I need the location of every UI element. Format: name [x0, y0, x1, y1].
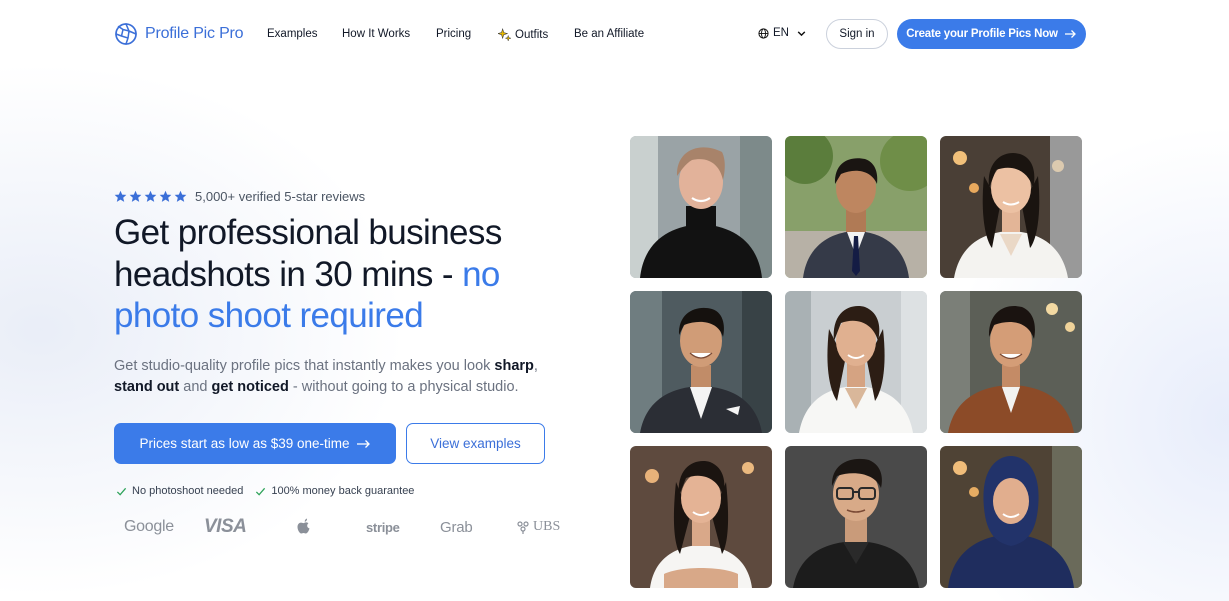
ubs-logo: UBS	[516, 512, 560, 542]
logo[interactable]: Profile Pic Pro	[114, 21, 244, 47]
portrait-man-glasses-icon	[785, 446, 927, 588]
headshot-photo[interactable]	[785, 446, 927, 588]
star-icon	[144, 190, 157, 202]
stripe-logo: stripe	[366, 519, 400, 535]
portrait-woman-white-blazer-icon	[785, 291, 927, 433]
portrait-man-navy-suit-icon	[785, 136, 927, 278]
headshot-photo[interactable]	[785, 291, 927, 433]
create-profile-pics-button[interactable]: Create your Profile Pics Now	[897, 19, 1086, 49]
nav-link-examples[interactable]: Examples	[267, 28, 318, 40]
subcopy-text: ,	[533, 358, 538, 374]
arrow-right-icon	[356, 439, 370, 448]
headshot-photo[interactable]	[940, 446, 1082, 588]
star-icon	[174, 190, 187, 202]
nav-link-outfits[interactable]: Outfits	[498, 28, 548, 41]
nav-link-outfits-label: Outfits	[515, 28, 549, 41]
portrait-man-leather-jacket-icon	[940, 291, 1082, 433]
headshot-photo[interactable]	[940, 291, 1082, 433]
sparkle-icon	[498, 28, 511, 41]
benefit-item: No photoshoot needed	[116, 485, 243, 497]
apple-logo-icon	[296, 512, 312, 542]
ubs-keys-icon	[517, 521, 529, 534]
create-profile-pics-label: Create your Profile Pics Now	[906, 28, 1058, 40]
landing-page: Profile Pic Pro Examples How It Works Pr…	[0, 0, 1229, 601]
portrait-woman-hijab-icon	[940, 446, 1082, 588]
subcopy-text: - without going to a physical studio.	[288, 379, 519, 395]
nav-link-how-it-works[interactable]: How It Works	[342, 28, 410, 40]
aperture-logo-icon	[115, 23, 137, 45]
headline-main: Get professional business headshots in 3…	[114, 213, 502, 294]
subcopy-emphasis: stand out	[114, 379, 180, 395]
logo-text: Profile Pic Pro	[145, 25, 244, 42]
benefit-text: No photoshoot needed	[132, 485, 244, 497]
portrait-woman-white-blazer-icon	[940, 136, 1082, 278]
star-icon	[159, 190, 172, 202]
sign-in-button[interactable]: Sign in	[826, 19, 888, 49]
pricing-button-label: Prices start as low as $39 one-time	[139, 436, 350, 451]
arrow-right-icon	[1064, 30, 1076, 38]
portrait-woman-white-top-icon	[630, 446, 772, 588]
subcopy-emphasis: get noticed	[211, 379, 289, 395]
subcopy-text: Get studio-quality profile pics that ins…	[114, 358, 495, 374]
visa-logo: VISA	[204, 516, 247, 537]
pricing-button[interactable]: Prices start as low as $39 one-time	[114, 423, 396, 464]
reviews-text: 5,000+ verified 5-star reviews	[195, 189, 366, 204]
hero-headline: Get professional business headshots in 3…	[114, 212, 584, 337]
nav-link-pricing[interactable]: Pricing	[436, 28, 471, 40]
nav-link-affiliate[interactable]: Be an Affiliate	[574, 28, 644, 40]
star-rating	[114, 190, 187, 203]
grab-logo: Grab	[440, 518, 473, 536]
headshot-gallery	[630, 136, 1082, 588]
headshot-photo[interactable]	[785, 136, 927, 278]
benefit-checks: No photoshoot needed 100% money back gua…	[116, 485, 414, 497]
portrait-man-dark-suit-icon	[630, 291, 772, 433]
hero-subcopy: Get studio-quality profile pics that ins…	[114, 356, 574, 398]
check-icon	[116, 487, 127, 496]
google-logo: Google	[124, 518, 174, 535]
benefit-item: 100% money back guarantee	[255, 485, 414, 497]
portrait-woman-short-hair-icon	[630, 136, 772, 278]
client-logos: Google VISA stripe Grab UBS	[114, 512, 574, 542]
headshot-photo[interactable]	[940, 136, 1082, 278]
headshot-photo[interactable]	[630, 291, 772, 433]
language-label: EN	[773, 27, 789, 39]
view-examples-button[interactable]: View examples	[406, 423, 545, 464]
subcopy-emphasis: sharp	[494, 358, 534, 374]
headshot-photo[interactable]	[630, 446, 772, 588]
headshot-photo[interactable]	[630, 136, 772, 278]
ubs-logo-text: UBS	[533, 519, 561, 534]
globe-icon	[758, 27, 769, 39]
check-icon	[256, 487, 266, 496]
reviews-summary: 5,000+ verified 5-star reviews	[114, 189, 365, 204]
top-navigation: Profile Pic Pro Examples How It Works Pr…	[0, 0, 1229, 68]
language-selector[interactable]: EN	[758, 27, 807, 39]
benefit-text: 100% money back guarantee	[271, 485, 415, 497]
star-icon	[129, 190, 142, 202]
chevron-down-icon	[797, 30, 806, 36]
subcopy-text: and	[179, 379, 212, 395]
star-icon	[114, 190, 127, 202]
